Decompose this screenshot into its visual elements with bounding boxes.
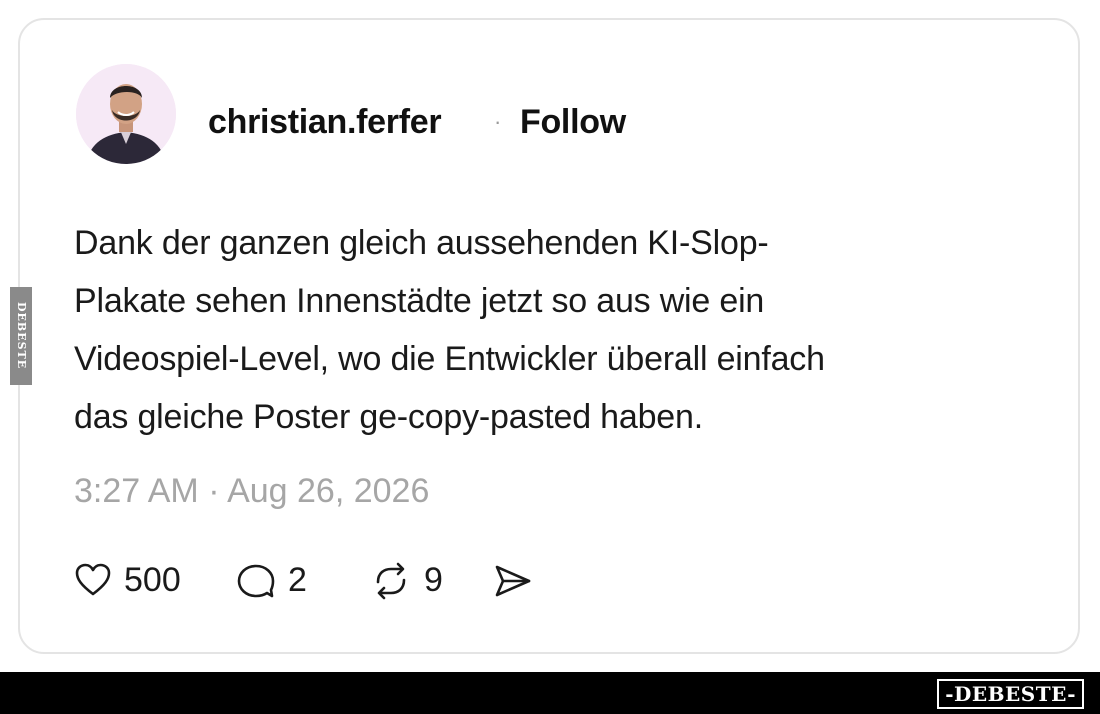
profile-photo-icon: [76, 64, 176, 164]
post-timestamp[interactable]: 3:27 AM · Aug 26, 2026: [74, 470, 429, 512]
post-text-line: Plakate sehen Innenstädte jetzt so aus w…: [74, 282, 765, 320]
repost-icon: [376, 562, 406, 600]
side-watermark: DEBESTE: [10, 287, 32, 385]
heart-icon: [75, 563, 111, 596]
like-button[interactable]: 500: [74, 558, 194, 602]
send-icon: [495, 565, 531, 597]
avatar[interactable]: [76, 64, 176, 164]
bottom-watermark-bar: -DEBESTE-: [0, 672, 1100, 714]
share-button[interactable]: [492, 558, 536, 602]
like-count: 500: [124, 561, 181, 599]
post-text-line: Dank der ganzen gleich aussehenden KI-Sl…: [74, 224, 769, 262]
post-text-line: das gleiche Poster ge-copy-pasted haben.: [74, 398, 703, 436]
repost-button[interactable]: 9: [370, 558, 460, 602]
follow-button[interactable]: Follow: [520, 102, 626, 142]
post-text: Dank der ganzen gleich aussehenden KI-Sl…: [74, 214, 1014, 446]
post-text-line: Videospiel-Level, wo die Entwickler über…: [74, 340, 825, 378]
comment-icon: [237, 564, 275, 598]
username-link[interactable]: christian.ferfer: [208, 102, 442, 142]
reply-button[interactable]: 2: [236, 558, 336, 602]
watermark-logo: -DEBESTE-: [937, 679, 1084, 709]
separator-dot: ·: [494, 109, 502, 134]
reply-count: 2: [288, 561, 307, 599]
repost-count: 9: [424, 561, 443, 599]
post-card: christian.ferfer · Follow Dank der ganze…: [18, 18, 1080, 654]
